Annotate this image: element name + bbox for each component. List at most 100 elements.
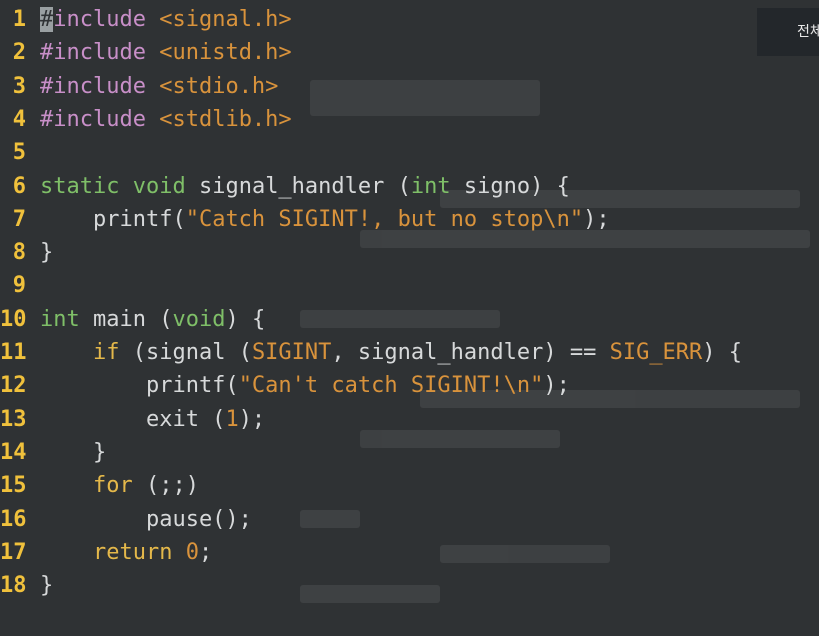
line-number: 5 (12, 140, 26, 166)
code-text: for (;;) (40, 469, 199, 502)
code-token: ; (198, 539, 213, 565)
code-token: ); (583, 206, 610, 232)
line-number: 16 (0, 506, 27, 532)
code-token: printf( (40, 373, 239, 399)
code-token: #include (40, 40, 146, 66)
code-text: int main (void) { (40, 303, 265, 336)
code-line[interactable]: 9 (0, 269, 40, 302)
code-line[interactable]: 3 #include <stdio.h> (0, 70, 279, 103)
code-token: signo) { (450, 173, 570, 199)
text-cursor: # (40, 7, 54, 32)
code-line[interactable]: 8} (0, 236, 54, 269)
code-token: } (40, 240, 54, 266)
line-number: 8 (12, 240, 26, 266)
code-text: } (40, 236, 53, 269)
code-token: 1 (225, 406, 239, 432)
code-text: if (signal (SIGINT, signal_handler) == S… (40, 336, 742, 369)
line-number: 13 (0, 406, 27, 432)
line-number: 3 (12, 73, 26, 99)
code-text: printf("Catch SIGINT!, but no stop\n"); (40, 203, 610, 236)
code-text: #include <stdio.h> (40, 70, 278, 103)
code-token: "Can't catch SIGINT! (238, 373, 504, 399)
code-line[interactable]: 7 printf("Catch SIGINT!, but no stop\n")… (0, 203, 610, 236)
code-token: ); (238, 406, 266, 432)
code-token: } (40, 573, 54, 599)
code-line[interactable]: 5 (0, 136, 40, 169)
code-line[interactable]: 6 static void signal_handler (int signo) … (0, 170, 570, 203)
code-text: #include <unistd.h> (40, 36, 292, 69)
code-editor[interactable]: 1 #include <signal.h> 2 #include <unistd.h>… (0, 0, 819, 636)
code-token: "Catch SIGINT!, but no stop (185, 206, 544, 232)
line-number: 18 (0, 573, 27, 599)
code-token: <signal.h> (159, 7, 292, 32)
fullscreen-button[interactable]: 전체 (757, 8, 819, 56)
code-text: exit (1); (40, 403, 265, 436)
code-token: ); (543, 373, 570, 399)
code-token: #include (40, 73, 146, 99)
code-token: <unistd.h> (159, 40, 292, 66)
code-line[interactable]: 12 printf("Can't catch SIGINT!\n"); (0, 369, 570, 402)
line-number: 12 (0, 373, 27, 399)
line-number: 4 (12, 106, 26, 132)
code-token: if (92, 340, 120, 365)
code-line[interactable]: 18} (0, 569, 53, 602)
line-number: 10 (0, 306, 27, 332)
code-token: int (410, 173, 451, 199)
code-token: , signal_handler) == (331, 340, 610, 365)
code-token: ) { (702, 340, 743, 365)
code-token: ) { (225, 306, 266, 332)
code-token: " (530, 373, 544, 399)
code-token: } (40, 439, 107, 465)
code-token: (;;) (132, 473, 199, 499)
code-line[interactable]: 2 #include <unistd.h> (0, 36, 292, 69)
code-token: for (92, 473, 133, 499)
line-number: 17 (0, 539, 27, 565)
line-number: 14 (0, 439, 27, 465)
code-text: } (40, 436, 106, 469)
code-token: pause(); (40, 506, 252, 532)
code-line[interactable]: 14 } (0, 436, 106, 469)
line-number: 1 (12, 7, 26, 32)
code-text: pause(); (40, 503, 252, 536)
code-line[interactable]: 4 #include <stdlib.h> (0, 103, 292, 136)
code-line[interactable]: 17 return 0; (0, 536, 212, 569)
code-line[interactable]: 11 if (signal (SIGINT, signal_handler) =… (0, 336, 742, 369)
code-token: main ( (79, 306, 173, 332)
code-token: include (53, 7, 146, 32)
line-number: 6 (12, 173, 26, 199)
code-token: " (569, 206, 584, 232)
code-token: <stdlib.h> (159, 106, 292, 132)
code-line[interactable]: 13 exit (1); (0, 403, 265, 436)
code-token: printf( (40, 206, 186, 232)
code-token: <stdio.h> (159, 73, 279, 99)
code-line[interactable]: 16 pause(); (0, 503, 252, 536)
code-token: int (40, 306, 80, 332)
code-token: static (40, 173, 120, 199)
code-token: void (172, 306, 226, 332)
code-text: printf("Can't catch SIGINT!\n"); (40, 369, 570, 402)
code-token: #include (40, 106, 146, 132)
code-text: static void signal_handler (int signo) { (40, 170, 570, 203)
code-line[interactable]: 1 #include <signal.h> (0, 3, 292, 36)
code-text: } (40, 569, 53, 602)
code-token: \n (543, 206, 570, 232)
code-text: #include <signal.h> (40, 3, 292, 36)
line-number: 7 (12, 206, 26, 232)
code-token: exit ( (40, 406, 226, 432)
code-token: return (92, 539, 173, 565)
code-token: void (132, 173, 186, 199)
code-token: \n (503, 373, 531, 399)
code-token: signal_handler ( (185, 173, 411, 199)
code-text: #include <stdlib.h> (40, 103, 292, 136)
line-number: 2 (12, 40, 26, 66)
code-token: 0 (185, 539, 199, 565)
code-line[interactable]: 15 for (;;) (0, 469, 199, 502)
code-line[interactable]: 10 int main (void) { (0, 303, 265, 336)
code-text: return 0; (40, 536, 212, 569)
